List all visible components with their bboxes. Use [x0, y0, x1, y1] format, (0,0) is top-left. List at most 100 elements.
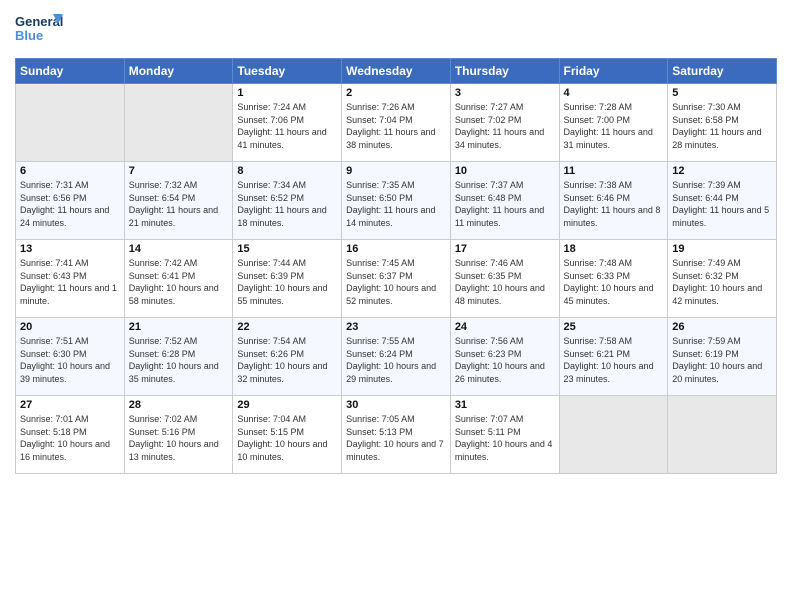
calendar-cell [559, 396, 668, 474]
day-info: Sunrise: 7:30 AMSunset: 6:58 PMDaylight:… [672, 101, 772, 151]
weekday-header-sunday: Sunday [16, 59, 125, 84]
day-info: Sunrise: 7:26 AMSunset: 7:04 PMDaylight:… [346, 101, 446, 151]
day-number: 24 [455, 321, 555, 333]
day-info: Sunrise: 7:46 AMSunset: 6:35 PMDaylight:… [455, 257, 555, 307]
calendar-cell: 24 Sunrise: 7:56 AMSunset: 6:23 PMDayligh… [450, 318, 559, 396]
calendar-cell: 30 Sunrise: 7:05 AMSunset: 5:13 PMDayligh… [342, 396, 451, 474]
day-info: Sunrise: 7:34 AMSunset: 6:52 PMDaylight:… [237, 179, 337, 229]
calendar-cell: 20 Sunrise: 7:51 AMSunset: 6:30 PMDayligh… [16, 318, 125, 396]
calendar-cell: 4 Sunrise: 7:28 AMSunset: 7:00 PMDaylight… [559, 84, 668, 162]
calendar-cell: 5 Sunrise: 7:30 AMSunset: 6:58 PMDaylight… [668, 84, 777, 162]
day-info: Sunrise: 7:54 AMSunset: 6:26 PMDaylight:… [237, 335, 337, 385]
calendar-cell: 11 Sunrise: 7:38 AMSunset: 6:46 PMDayligh… [559, 162, 668, 240]
day-number: 7 [129, 165, 229, 177]
day-number: 17 [455, 243, 555, 255]
weekday-header-thursday: Thursday [450, 59, 559, 84]
calendar-cell: 15Sunrise: 7:44 AMSunset: 6:39 PMDayligh… [233, 240, 342, 318]
calendar-cell [668, 396, 777, 474]
calendar-cell: 25Sunrise: 7:58 AMSunset: 6:21 PMDayligh… [559, 318, 668, 396]
logo-icon: General Blue [15, 10, 65, 52]
day-info: Sunrise: 7:39 AMSunset: 6:44 PMDaylight:… [672, 179, 772, 229]
day-number: 31 [455, 399, 555, 411]
day-info: Sunrise: 7:28 AMSunset: 7:00 PMDaylight:… [564, 101, 664, 151]
day-number: 8 [237, 165, 337, 177]
calendar-week-row: 20 Sunrise: 7:51 AMSunset: 6:30 PMDayligh… [16, 318, 777, 396]
day-info: Sunrise: 7:48 AMSunset: 6:33 PMDaylight:… [564, 257, 664, 307]
day-number: 23 [346, 321, 446, 333]
day-info: Sunrise: 7:01 AMSunset: 5:18 PMDaylight:… [20, 413, 120, 463]
calendar-cell: 18 Sunrise: 7:48 AMSunset: 6:33 PMDayligh… [559, 240, 668, 318]
day-info: Sunrise: 7:07 AMSunset: 5:11 PMDaylight:… [455, 413, 555, 463]
day-number: 30 [346, 399, 446, 411]
day-info: Sunrise: 7:45 AMSunset: 6:37 PMDaylight:… [346, 257, 446, 307]
day-number: 1 [237, 87, 337, 99]
day-number: 21 [129, 321, 229, 333]
day-number: 27 [20, 399, 120, 411]
day-number: 2 [346, 87, 446, 99]
day-info: Sunrise: 7:41 AMSunset: 6:43 PMDaylight:… [20, 257, 120, 307]
day-number: 11 [564, 165, 664, 177]
day-number: 13 [20, 243, 120, 255]
calendar-week-row: 6 Sunrise: 7:31 AMSunset: 6:56 PMDaylight… [16, 162, 777, 240]
day-info: Sunrise: 7:55 AMSunset: 6:24 PMDaylight:… [346, 335, 446, 385]
calendar-cell: 6 Sunrise: 7:31 AMSunset: 6:56 PMDaylight… [16, 162, 125, 240]
calendar-cell: 17 Sunrise: 7:46 AMSunset: 6:35 PMDayligh… [450, 240, 559, 318]
calendar-cell: 8 Sunrise: 7:34 AMSunset: 6:52 PMDaylight… [233, 162, 342, 240]
day-number: 12 [672, 165, 772, 177]
day-number: 16 [346, 243, 446, 255]
calendar-container: General Blue SundayMondayTuesdayWednesda… [0, 0, 792, 484]
day-info: Sunrise: 7:35 AMSunset: 6:50 PMDaylight:… [346, 179, 446, 229]
logo: General Blue [15, 10, 65, 52]
calendar-cell: 23 Sunrise: 7:55 AMSunset: 6:24 PMDayligh… [342, 318, 451, 396]
day-number: 22 [237, 321, 337, 333]
svg-text:Blue: Blue [15, 28, 43, 43]
day-number: 6 [20, 165, 120, 177]
day-number: 5 [672, 87, 772, 99]
calendar-cell: 7 Sunrise: 7:32 AMSunset: 6:54 PMDaylight… [124, 162, 233, 240]
calendar-cell: 1 Sunrise: 7:24 AMSunset: 7:06 PMDaylight… [233, 84, 342, 162]
day-number: 4 [564, 87, 664, 99]
calendar-cell: 21 Sunrise: 7:52 AMSunset: 6:28 PMDayligh… [124, 318, 233, 396]
day-number: 10 [455, 165, 555, 177]
calendar-cell: 26 Sunrise: 7:59 AMSunset: 6:19 PMDayligh… [668, 318, 777, 396]
day-info: Sunrise: 7:31 AMSunset: 6:56 PMDaylight:… [20, 179, 120, 229]
day-info: Sunrise: 7:05 AMSunset: 5:13 PMDaylight:… [346, 413, 446, 463]
calendar-week-row: 13 Sunrise: 7:41 AMSunset: 6:43 PMDayligh… [16, 240, 777, 318]
calendar-cell: 28 Sunrise: 7:02 AMSunset: 5:16 PMDayligh… [124, 396, 233, 474]
day-info: Sunrise: 7:42 AMSunset: 6:41 PMDaylight:… [129, 257, 229, 307]
day-info: Sunrise: 7:38 AMSunset: 6:46 PMDaylight:… [564, 179, 664, 229]
calendar-cell: 22 Sunrise: 7:54 AMSunset: 6:26 PMDayligh… [233, 318, 342, 396]
calendar-cell: 19Sunrise: 7:49 AMSunset: 6:32 PMDayligh… [668, 240, 777, 318]
calendar-cell: 12 Sunrise: 7:39 AMSunset: 6:44 PMDayligh… [668, 162, 777, 240]
day-info: Sunrise: 7:02 AMSunset: 5:16 PMDaylight:… [129, 413, 229, 463]
day-info: Sunrise: 7:56 AMSunset: 6:23 PMDaylight:… [455, 335, 555, 385]
day-info: Sunrise: 7:59 AMSunset: 6:19 PMDaylight:… [672, 335, 772, 385]
calendar-cell: 9Sunrise: 7:35 AMSunset: 6:50 PMDaylight… [342, 162, 451, 240]
day-number: 29 [237, 399, 337, 411]
day-info: Sunrise: 7:51 AMSunset: 6:30 PMDaylight:… [20, 335, 120, 385]
day-info: Sunrise: 7:24 AMSunset: 7:06 PMDaylight:… [237, 101, 337, 151]
day-number: 14 [129, 243, 229, 255]
weekday-header-tuesday: Tuesday [233, 59, 342, 84]
day-number: 18 [564, 243, 664, 255]
day-info: Sunrise: 7:49 AMSunset: 6:32 PMDaylight:… [672, 257, 772, 307]
calendar-cell: 10 Sunrise: 7:37 AMSunset: 6:48 PMDayligh… [450, 162, 559, 240]
day-number: 20 [20, 321, 120, 333]
day-info: Sunrise: 7:37 AMSunset: 6:48 PMDaylight:… [455, 179, 555, 229]
calendar-cell: 2 Sunrise: 7:26 AMSunset: 7:04 PMDaylight… [342, 84, 451, 162]
calendar-cell [124, 84, 233, 162]
weekday-header-wednesday: Wednesday [342, 59, 451, 84]
day-number: 26 [672, 321, 772, 333]
day-number: 25 [564, 321, 664, 333]
day-info: Sunrise: 7:44 AMSunset: 6:39 PMDaylight:… [237, 257, 337, 307]
calendar-week-row: 27 Sunrise: 7:01 AMSunset: 5:18 PMDayligh… [16, 396, 777, 474]
calendar-cell: 29 Sunrise: 7:04 AMSunset: 5:15 PMDayligh… [233, 396, 342, 474]
weekday-header-monday: Monday [124, 59, 233, 84]
day-info: Sunrise: 7:52 AMSunset: 6:28 PMDaylight:… [129, 335, 229, 385]
day-info: Sunrise: 7:32 AMSunset: 6:54 PMDaylight:… [129, 179, 229, 229]
weekday-header-saturday: Saturday [668, 59, 777, 84]
day-number: 28 [129, 399, 229, 411]
day-info: Sunrise: 7:04 AMSunset: 5:15 PMDaylight:… [237, 413, 337, 463]
calendar-week-row: 1 Sunrise: 7:24 AMSunset: 7:06 PMDaylight… [16, 84, 777, 162]
calendar-cell: 14 Sunrise: 7:42 AMSunset: 6:41 PMDayligh… [124, 240, 233, 318]
